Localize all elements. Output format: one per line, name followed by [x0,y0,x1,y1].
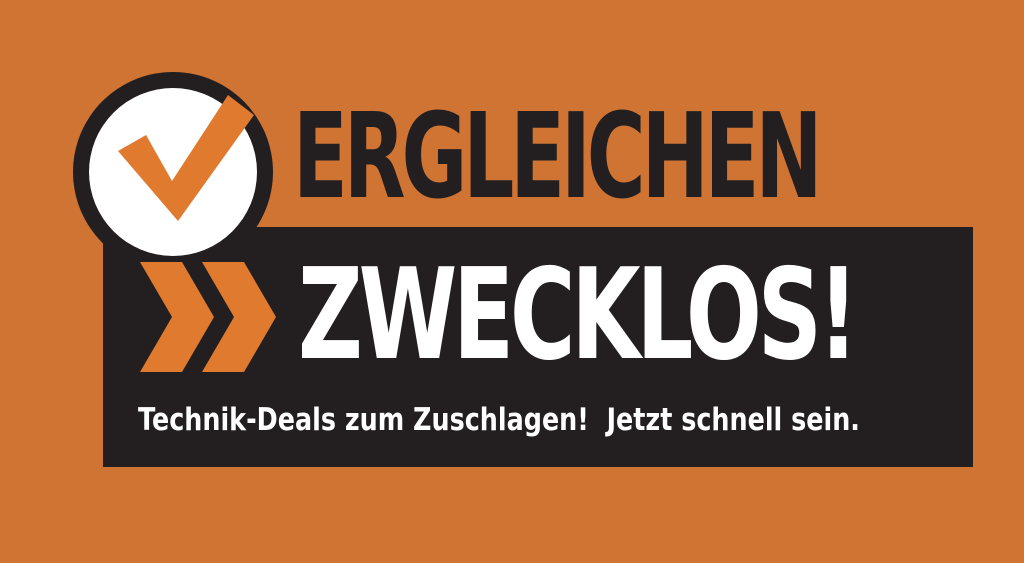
headline-second-line: ZWECKLOS! [298,241,859,388]
check-circle-icon [72,71,274,273]
headline-first-line: ERGLEICHEN [293,87,823,225]
tagline: Technik-Deals zum Zuschlagen! Jetzt schn… [138,402,860,438]
promo-banner: ERGLEICHEN ZWECKLOS! Technik-Deals zum Z… [0,0,1024,563]
double-chevron-right-icon [140,262,280,372]
